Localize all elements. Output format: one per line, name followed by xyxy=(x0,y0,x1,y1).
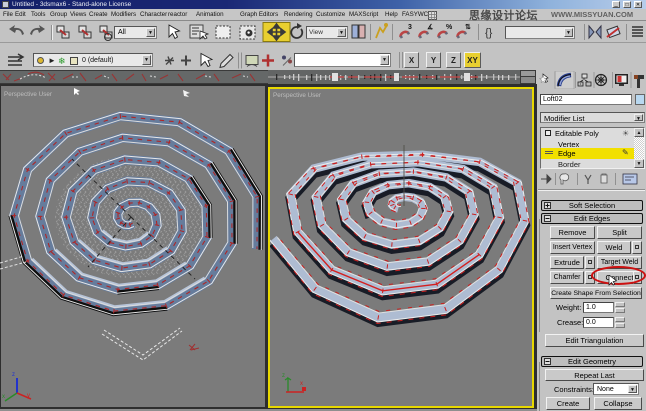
svg-text:%: % xyxy=(446,24,453,31)
svg-text:x: x xyxy=(2,394,5,400)
svg-text:{}: {} xyxy=(485,27,493,39)
svg-text:⇅: ⇅ xyxy=(465,23,471,31)
svg-text:z: z xyxy=(282,373,285,379)
svg-text:3: 3 xyxy=(408,24,412,31)
svg-text:∡: ∡ xyxy=(427,23,433,31)
svg-text:y: y xyxy=(27,393,30,399)
svg-text:z: z xyxy=(12,372,15,378)
svg-text:x: x xyxy=(300,381,303,387)
